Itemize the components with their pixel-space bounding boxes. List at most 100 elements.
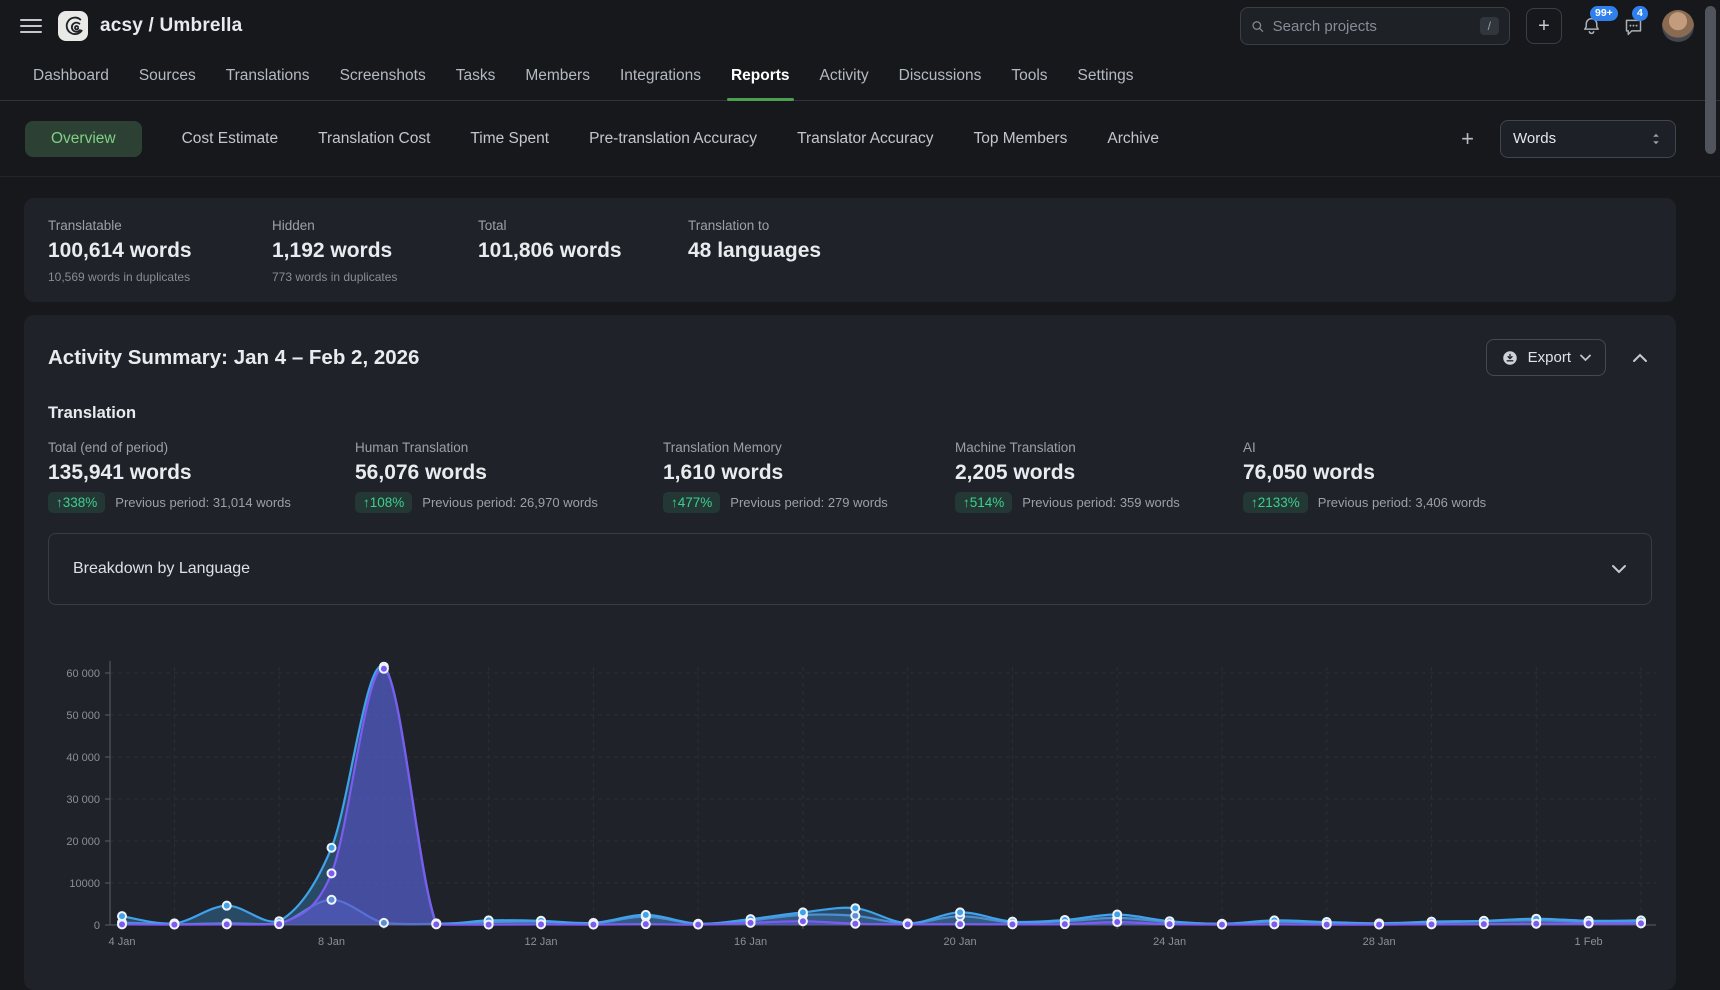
stat-label: Machine Translation <box>955 440 1243 455</box>
project-logo[interactable] <box>58 11 88 41</box>
stat-label: Translation Memory <box>663 440 955 455</box>
tab-cost-estimate[interactable]: Cost Estimate <box>182 130 278 148</box>
messages-button[interactable]: 4 <box>1620 13 1646 39</box>
previous-period-text: Previous period: 279 words <box>730 495 888 510</box>
svg-text:10000: 10000 <box>69 878 100 890</box>
caret-down-icon <box>1580 354 1591 362</box>
tab-pre-translation-accuracy[interactable]: Pre-translation Accuracy <box>589 130 757 148</box>
nav-item-tasks[interactable]: Tasks <box>456 52 496 100</box>
breakdown-label: Breakdown by Language <box>73 560 250 578</box>
tab-top-members[interactable]: Top Members <box>973 130 1067 148</box>
change-up-badge: ↑2133% <box>1243 492 1308 513</box>
nav-item-sources[interactable]: Sources <box>139 52 196 100</box>
stat-subtext: 10,569 words in duplicates <box>48 270 272 284</box>
search-input[interactable] <box>1273 18 1472 35</box>
page-scrollbar[interactable] <box>1705 6 1716 154</box>
stat-value: 1,192 words <box>272 239 478 263</box>
chevron-down-icon <box>1611 564 1627 575</box>
change-up-badge: ↑338% <box>48 492 105 513</box>
stat-hidden: Hidden 1,192 words 773 words in duplicat… <box>272 218 478 302</box>
nav-item-reports[interactable]: Reports <box>731 52 790 100</box>
stat-label: Total (end of period) <box>48 440 355 455</box>
words-summary-card: Translatable 100,614 words 10,569 words … <box>24 198 1676 302</box>
svg-text:50 000: 50 000 <box>66 710 100 722</box>
activity-chart: 01000020 00030 00040 00050 00060 0004 Ja… <box>40 637 1670 959</box>
stat-human-translation: Human Translation 56,076 words ↑108% Pre… <box>355 440 663 513</box>
stat-translatable: Translatable 100,614 words 10,569 words … <box>48 218 272 302</box>
bird-logo-icon <box>62 15 84 37</box>
change-up-badge: ↑477% <box>663 492 720 513</box>
stat-label: Total <box>478 218 688 233</box>
change-up-badge: ↑108% <box>355 492 412 513</box>
nav-item-tools[interactable]: Tools <box>1011 52 1047 100</box>
activity-summary-card: Activity Summary: Jan 4 – Feb 2, 2026 Ex… <box>24 315 1676 990</box>
svg-text:30 000: 30 000 <box>66 794 100 806</box>
stat-label: Human Translation <box>355 440 663 455</box>
stat-label: Hidden <box>272 218 478 233</box>
nav-item-discussions[interactable]: Discussions <box>899 52 982 100</box>
unit-select-value: Words <box>1513 130 1556 147</box>
search-shortcut-hint: / <box>1480 17 1499 35</box>
breakdown-by-language-panel[interactable]: Breakdown by Language <box>48 533 1652 605</box>
stat-label: Translatable <box>48 218 272 233</box>
nav-item-screenshots[interactable]: Screenshots <box>340 52 426 100</box>
nav-item-integrations[interactable]: Integrations <box>620 52 701 100</box>
stat-value: 100,614 words <box>48 239 272 263</box>
svg-text:24 Jan: 24 Jan <box>1153 936 1186 948</box>
previous-period-text: Previous period: 26,970 words <box>422 495 598 510</box>
previous-period-text: Previous period: 31,014 words <box>115 495 291 510</box>
translation-section-title: Translation <box>48 404 1676 423</box>
nav-item-settings[interactable]: Settings <box>1078 52 1134 100</box>
messages-count-badge: 4 <box>1632 6 1648 21</box>
stat-value: 2,205 words <box>955 461 1243 485</box>
search-box[interactable]: / <box>1240 7 1510 45</box>
nav-item-translations[interactable]: Translations <box>226 52 310 100</box>
stat-machine-translation: Machine Translation 2,205 words ↑514% Pr… <box>955 440 1243 513</box>
svg-text:1 Feb: 1 Feb <box>1575 936 1603 948</box>
svg-text:0: 0 <box>94 920 100 932</box>
notifications-count-badge: 99+ <box>1590 6 1618 21</box>
svg-text:12 Jan: 12 Jan <box>525 936 558 948</box>
export-button[interactable]: Export <box>1486 339 1606 376</box>
add-report-button[interactable]: + <box>1461 126 1474 152</box>
svg-text:4 Jan: 4 Jan <box>109 936 136 948</box>
svg-text:8 Jan: 8 Jan <box>318 936 345 948</box>
stat-value: 1,610 words <box>663 461 955 485</box>
tab-overview[interactable]: Overview <box>25 121 142 157</box>
tab-translation-cost[interactable]: Translation Cost <box>318 130 430 148</box>
svg-text:16 Jan: 16 Jan <box>734 936 767 948</box>
page-title: acsy / Umbrella <box>100 15 242 37</box>
collapse-section-button[interactable] <box>1632 352 1648 363</box>
create-project-button[interactable]: + <box>1526 8 1562 44</box>
notifications-button[interactable]: 99+ <box>1578 13 1604 39</box>
tab-archive[interactable]: Archive <box>1107 130 1159 148</box>
previous-period-text: Previous period: 3,406 words <box>1318 495 1486 510</box>
user-avatar[interactable] <box>1662 10 1694 42</box>
stat-total: Total 101,806 words <box>478 218 688 302</box>
activity-chart-container: 01000020 00030 00040 00050 00060 0004 Ja… <box>40 637 1676 964</box>
stat-subtext: 773 words in duplicates <box>272 270 478 284</box>
tab-time-spent[interactable]: Time Spent <box>470 130 549 148</box>
stat-label: Translation to <box>688 218 1652 233</box>
unit-select[interactable]: Words <box>1500 120 1676 158</box>
nav-item-activity[interactable]: Activity <box>820 52 869 100</box>
change-up-badge: ↑514% <box>955 492 1012 513</box>
stat-total-end-of-period: Total (end of period) 135,941 words ↑338… <box>48 440 355 513</box>
svg-text:60 000: 60 000 <box>66 668 100 680</box>
reports-subnav: Overview Cost Estimate Translation Cost … <box>0 101 1720 177</box>
nav-item-members[interactable]: Members <box>525 52 590 100</box>
tab-translator-accuracy[interactable]: Translator Accuracy <box>797 130 933 148</box>
translation-stats-row: Total (end of period) 135,941 words ↑338… <box>48 440 1652 513</box>
svg-text:20 Jan: 20 Jan <box>944 936 977 948</box>
stat-value: 76,050 words <box>1243 461 1652 485</box>
nav-item-dashboard[interactable]: Dashboard <box>33 52 109 100</box>
export-label: Export <box>1528 349 1571 366</box>
previous-period-text: Previous period: 359 words <box>1022 495 1180 510</box>
hamburger-menu-icon[interactable] <box>20 19 42 33</box>
stat-ai: AI 76,050 words ↑2133% Previous period: … <box>1243 440 1652 513</box>
top-bar: acsy / Umbrella / + 99+ <box>0 0 1720 52</box>
chevron-up-icon <box>1632 352 1648 363</box>
activity-summary-title: Activity Summary: Jan 4 – Feb 2, 2026 <box>48 346 419 370</box>
svg-text:20 000: 20 000 <box>66 836 100 848</box>
main-nav: Dashboard Sources Translations Screensho… <box>0 52 1720 101</box>
